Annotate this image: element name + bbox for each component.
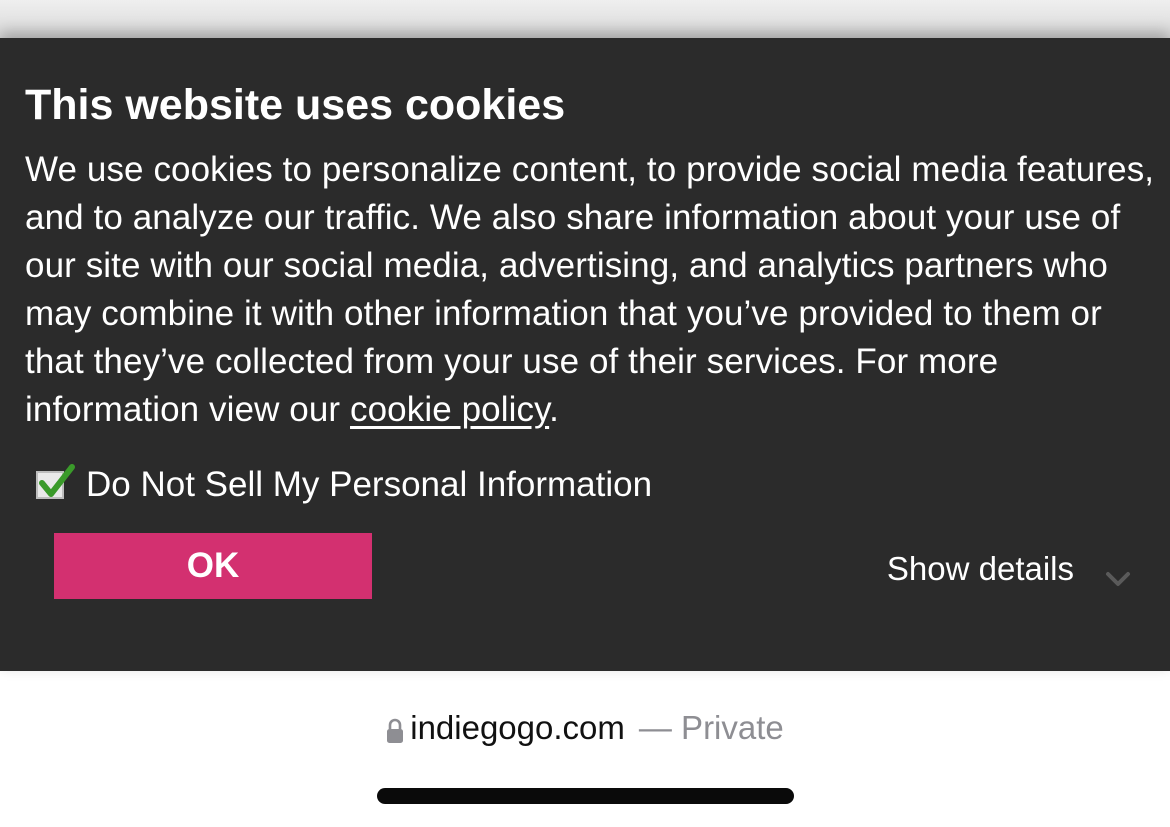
page-content-top bbox=[0, 0, 1170, 40]
show-details-toggle[interactable]: Show details bbox=[887, 550, 1132, 588]
chevron-down-icon[interactable] bbox=[1104, 559, 1132, 586]
do-not-sell-checkbox[interactable] bbox=[36, 464, 75, 499]
cookie-policy-link[interactable]: cookie policy bbox=[350, 390, 549, 429]
home-indicator[interactable] bbox=[377, 788, 794, 804]
do-not-sell-option[interactable]: Do Not Sell My Personal Information bbox=[36, 462, 652, 508]
show-details-label[interactable]: Show details bbox=[887, 550, 1074, 588]
do-not-sell-label[interactable]: Do Not Sell My Personal Information bbox=[86, 465, 652, 505]
ok-button[interactable]: OK bbox=[54, 533, 372, 599]
checkmark-icon bbox=[39, 464, 75, 497]
browser-address-bar[interactable]: indiegogo.com — Private bbox=[0, 693, 1170, 763]
lock-icon bbox=[386, 714, 404, 743]
banner-description: We use cookies to personalize content, t… bbox=[25, 146, 1155, 434]
private-mode-label: — Private bbox=[638, 709, 784, 746]
cookie-banner: This website uses cookies We use cookies… bbox=[0, 38, 1170, 671]
banner-title: This website uses cookies bbox=[25, 81, 566, 129]
site-domain[interactable]: indiegogo.com bbox=[410, 709, 625, 747]
screen: This website uses cookies We use cookies… bbox=[0, 0, 1170, 827]
banner-description-end: . bbox=[549, 390, 559, 429]
banner-description-text: We use cookies to personalize content, t… bbox=[25, 150, 1155, 429]
